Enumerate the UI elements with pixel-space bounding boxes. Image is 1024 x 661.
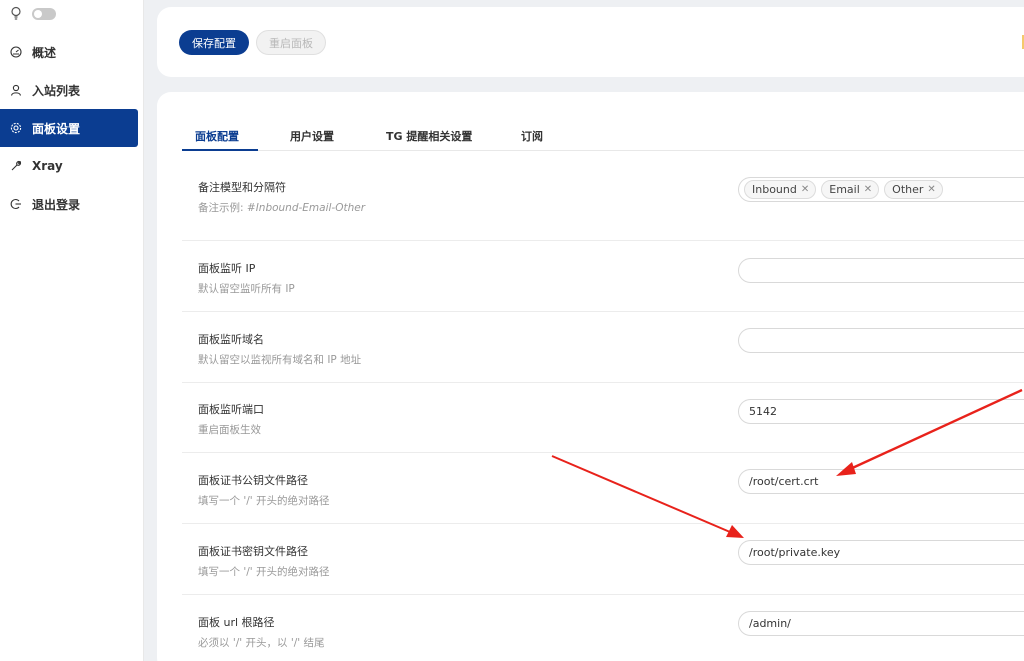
setting-title: 面板监听 IP	[198, 262, 256, 275]
gear-icon	[10, 122, 22, 134]
setting-row-listen-ip: 面板监听 IP 默认留空监听所有 IP	[182, 241, 1024, 312]
sidebar-item-panel-settings[interactable]: 面板设置	[0, 109, 138, 147]
key-path-input[interactable]: /root/private.key	[738, 540, 1024, 565]
close-icon[interactable]: ✕	[801, 184, 809, 195]
sidebar-item-logout[interactable]: 退出登录	[0, 185, 144, 223]
action-bar: 保存配置 重启面板	[157, 7, 1024, 77]
setting-description: 默认留空以监视所有域名和 IP 地址	[198, 354, 362, 366]
user-icon	[10, 84, 22, 96]
settings-card: 面板配置 用户设置 TG 提醒相关设置 订阅 备注模型和分隔符 备注示例: #I…	[157, 92, 1024, 661]
tag-item: Other ✕	[884, 180, 943, 199]
restart-panel-button[interactable]: 重启面板	[256, 30, 326, 55]
listen-ip-input[interactable]	[738, 258, 1024, 283]
setting-title: 面板证书公钥文件路径	[198, 474, 308, 487]
remark-tags-select[interactable]: Inbound ✕ Email ✕ Other ✕	[738, 177, 1024, 202]
setting-description: 填写一个 '/' 开头的绝对路径	[198, 495, 330, 507]
sidebar-item-label: 面板设置	[32, 121, 81, 136]
setting-row-listen-domain: 面板监听域名 默认留空以监视所有域名和 IP 地址	[182, 312, 1024, 383]
sidebar-item-label: Xray	[32, 159, 63, 173]
setting-title: 面板 url 根路径	[198, 616, 275, 629]
base-path-input[interactable]: /admin/	[738, 611, 1024, 636]
theme-switch-row	[10, 6, 56, 22]
setting-description: 必须以 '/' 开头，以 '/' 结尾	[198, 637, 325, 649]
sidebar-item-label: 退出登录	[32, 197, 81, 212]
settings-tabs: 面板配置 用户设置 TG 提醒相关设置 订阅	[182, 120, 1024, 151]
setting-description: 重启面板生效	[198, 424, 261, 436]
tab-subscription[interactable]: 订阅	[521, 128, 543, 151]
setting-row-remark: 备注模型和分隔符 备注示例: #Inbound-Email-Other Inbo…	[182, 151, 1024, 241]
setting-description: 填写一个 '/' 开头的绝对路径	[198, 566, 330, 578]
tab-user-settings[interactable]: 用户设置	[290, 128, 334, 151]
close-icon[interactable]: ✕	[927, 184, 935, 195]
setting-title: 面板证书密钥文件路径	[198, 545, 308, 558]
setting-row-listen-port: 面板监听端口 重启面板生效 5142	[182, 383, 1024, 453]
listen-port-input[interactable]: 5142	[738, 399, 1024, 424]
sidebar-item-label: 概述	[32, 45, 57, 60]
setting-row-base-path: 面板 url 根路径 必须以 '/' 开头，以 '/' 结尾 /admin/	[182, 595, 1024, 661]
setting-row-cert-path: 面板证书公钥文件路径 填写一个 '/' 开头的绝对路径 /root/cert.c…	[182, 453, 1024, 524]
save-config-button[interactable]: 保存配置	[179, 30, 249, 55]
sidebar-item-label: 入站列表	[32, 83, 81, 98]
setting-description: 默认留空监听所有 IP	[198, 283, 295, 295]
tab-tg-settings[interactable]: TG 提醒相关设置	[386, 128, 472, 151]
tab-panel-config[interactable]: 面板配置	[195, 128, 239, 151]
setting-title: 备注模型和分隔符	[198, 181, 286, 194]
sidebar: 概述 入站列表 面板设置 Xray 退出登录	[0, 0, 144, 661]
setting-title: 面板监听域名	[198, 333, 264, 346]
logout-icon	[10, 198, 22, 210]
setting-row-key-path: 面板证书密钥文件路径 填写一个 '/' 开头的绝对路径 /root/privat…	[182, 524, 1024, 595]
sidebar-item-inbounds[interactable]: 入站列表	[0, 71, 144, 109]
theme-toggle[interactable]	[32, 8, 56, 20]
listen-domain-input[interactable]	[738, 328, 1024, 353]
close-icon[interactable]: ✕	[864, 184, 872, 195]
sidebar-nav: 概述 入站列表 面板设置 Xray 退出登录	[0, 33, 144, 223]
cert-path-input[interactable]: /root/cert.crt	[738, 469, 1024, 494]
sidebar-item-overview[interactable]: 概述	[0, 33, 144, 71]
tag-item: Email ✕	[821, 180, 880, 199]
setting-title: 面板监听端口	[198, 403, 264, 416]
tag-item: Inbound ✕	[744, 180, 817, 199]
lightbulb-icon	[10, 6, 22, 22]
wrench-icon	[10, 160, 22, 172]
dashboard-icon	[10, 46, 22, 58]
setting-description: 备注示例: #Inbound-Email-Other	[198, 202, 366, 214]
sidebar-item-xray[interactable]: Xray	[0, 147, 144, 185]
